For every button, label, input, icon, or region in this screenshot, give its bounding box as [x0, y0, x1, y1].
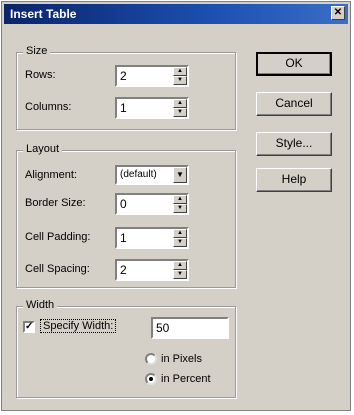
border-down-icon[interactable]: ▼ [173, 204, 187, 213]
alignment-select[interactable]: (default) ▼ [115, 165, 189, 185]
insert-table-dialog: Insert Table ✕ Size Rows: 2 ▲ ▼ Columns:… [1, 1, 351, 411]
dialog-title: Insert Table [10, 7, 77, 21]
columns-down-icon[interactable]: ▼ [173, 108, 187, 117]
columns-value[interactable]: 1 [117, 99, 173, 117]
selected-dot-icon [149, 377, 153, 381]
style-button[interactable]: Style... [256, 132, 332, 156]
border-up-icon[interactable]: ▲ [173, 195, 187, 204]
alignment-label: Alignment: [25, 169, 77, 181]
border-size-spinner[interactable]: 0 ▲ ▼ [115, 193, 189, 215]
width-legend: Width [23, 299, 58, 311]
spacing-down-icon[interactable]: ▼ [173, 270, 187, 279]
cell-spacing-value[interactable]: 2 [117, 261, 173, 279]
cell-padding-value[interactable]: 1 [117, 229, 173, 247]
columns-spinner[interactable]: 1 ▲ ▼ [115, 97, 189, 119]
cell-spacing-label: Cell Spacing: [25, 263, 90, 275]
cell-spacing-spinner[interactable]: 2 ▲ ▼ [115, 259, 189, 281]
in-pixels-radio[interactable] [145, 353, 157, 365]
rows-value[interactable]: 2 [117, 67, 173, 85]
rows-spinner[interactable]: 2 ▲ ▼ [115, 65, 189, 87]
in-percent-radio[interactable] [145, 373, 157, 385]
in-pixels-label[interactable]: in Pixels [161, 353, 202, 365]
cell-padding-spinner[interactable]: 1 ▲ ▼ [115, 227, 189, 249]
width-group: Width ✓ Specify Width: 50 in Pixels in P… [16, 299, 236, 398]
columns-label: Columns: [25, 101, 72, 113]
padding-up-icon[interactable]: ▲ [173, 229, 187, 238]
in-percent-label[interactable]: in Percent [161, 373, 211, 385]
padding-down-icon[interactable]: ▼ [173, 238, 187, 247]
cancel-button[interactable]: Cancel [256, 92, 332, 116]
chevron-down-icon[interactable]: ▼ [173, 167, 187, 183]
width-value-field[interactable]: 50 [151, 317, 229, 339]
size-group: Size Rows: 2 ▲ ▼ Columns: 1 ▲ ▼ [16, 45, 236, 130]
layout-legend: Layout [23, 143, 63, 155]
border-size-label: Border Size: [25, 197, 86, 209]
cell-padding-label: Cell Padding: [25, 231, 91, 243]
size-legend: Size [23, 45, 51, 57]
check-icon: ✓ [25, 321, 34, 332]
close-button[interactable]: ✕ [331, 6, 345, 20]
alignment-value[interactable]: (default) [117, 167, 173, 183]
border-size-value[interactable]: 0 [117, 195, 173, 213]
rows-label: Rows: [25, 69, 56, 81]
specify-width-label[interactable]: Specify Width: [39, 319, 117, 333]
layout-group: Layout Alignment: (default) ▼ Border Siz… [16, 143, 236, 288]
title-bar[interactable]: Insert Table ✕ [4, 4, 348, 24]
help-button[interactable]: Help [256, 168, 332, 192]
specify-width-checkbox[interactable]: ✓ [23, 321, 35, 333]
rows-up-icon[interactable]: ▲ [173, 67, 187, 76]
columns-up-icon[interactable]: ▲ [173, 99, 187, 108]
rows-down-icon[interactable]: ▼ [173, 76, 187, 85]
close-icon: ✕ [333, 7, 343, 18]
ok-button[interactable]: OK [256, 52, 332, 76]
spacing-up-icon[interactable]: ▲ [173, 261, 187, 270]
